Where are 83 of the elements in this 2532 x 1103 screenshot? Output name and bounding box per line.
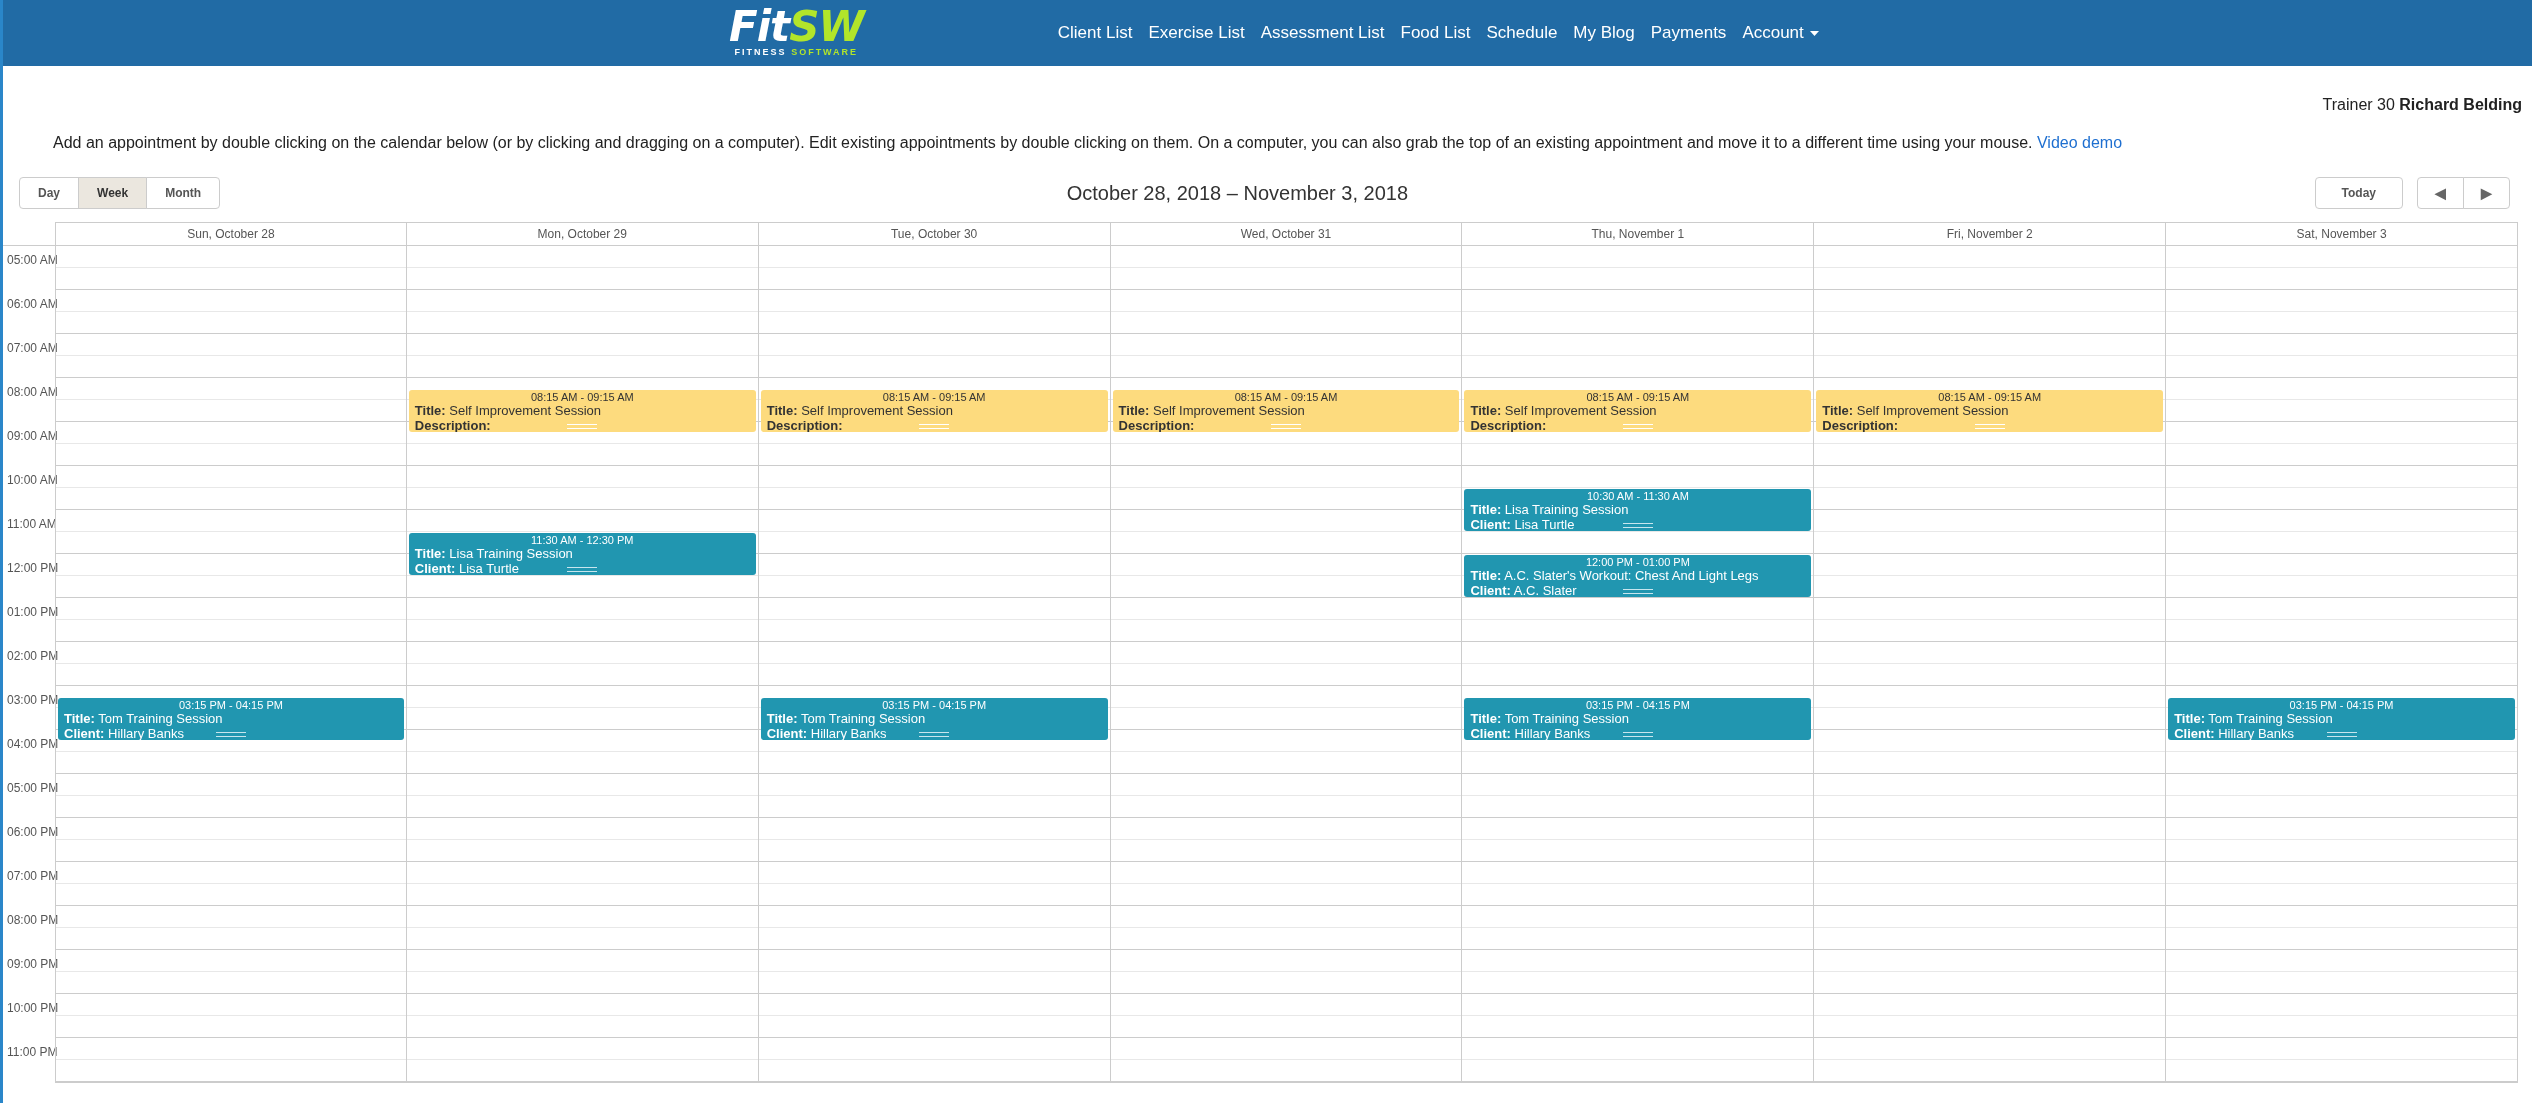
appointment-detail: Title: Self Improvement Session: [766, 403, 953, 418]
appointment-card[interactable]: 08:15 AM - 09:15 AM Title: Self Improvement Session Description:: [1112, 390, 1460, 432]
appointment-time: 10:30 AM - 11:30 AM: [1585, 490, 1690, 502]
resize-handle-icon[interactable]: [919, 732, 950, 737]
appointment-detail: Title: Tom Training Session: [64, 711, 223, 726]
appointment-card[interactable]: 03:15 PM - 04:15 PM Title: Tom Training Session Client: Hillary Banks: [58, 698, 404, 740]
appointment-detail: Title: Tom Training Session: [1470, 711, 1629, 726]
day-header: Sat, November 3: [2166, 222, 2518, 246]
day-header: Sun, October 28: [55, 222, 407, 246]
appointment-card[interactable]: 10:30 AM - 11:30 AM Title: Lisa Training Session Client: Lisa Turtle: [1464, 489, 1812, 531]
view-tab[interactable]: Month: [146, 177, 221, 209]
appointment-card[interactable]: 12:00 PM - 01:00 PM Title: A.C. Slater's Workout: Chest And Light Legs Client: A.C. Slater: [1464, 555, 1812, 597]
appointment-time: 03:15 PM - 04:15 PM: [881, 699, 988, 711]
video-demo-link[interactable]: Video demo: [2037, 134, 2123, 151]
appointment-detail: Title: A.C. Slater's Workout: Chest And Light Legs: [1470, 568, 1759, 583]
next-button[interactable]: ▶: [2463, 177, 2510, 209]
day-header: Thu, November 1: [1462, 222, 1815, 246]
appointment-time: 08:15 AM - 09:15 AM: [881, 391, 987, 403]
nav-link[interactable]: Exercise List: [1140, 23, 1253, 43]
appointment-time: 12:00 PM - 01:00 PM: [1584, 556, 1691, 568]
appointment-time: 03:15 PM - 04:15 PM: [177, 699, 284, 711]
appointment-card[interactable]: 03:15 PM - 04:15 PM Title: Tom Training Session Client: Hillary Banks: [760, 698, 1108, 740]
appointment-time: 08:15 AM - 09:15 AM: [1233, 391, 1339, 403]
appointment-detail: Client: A.C. Slater: [1470, 583, 1577, 597]
resize-handle-icon[interactable]: [2326, 732, 2357, 737]
appointment-card[interactable]: 08:15 AM - 09:15 AM Title: Self Improvement Session Description:: [408, 390, 756, 432]
time-label: 11:00 PM: [7, 1045, 58, 1059]
previous-button[interactable]: ◀: [2417, 177, 2464, 209]
appointment-detail: Client: Hillary Banks: [766, 726, 887, 740]
caret-icon: [1809, 30, 1819, 36]
appointment-time: 08:15 AM - 09:15 AM: [529, 391, 635, 403]
appointment-detail: Client: Hillary Banks: [1470, 726, 1591, 740]
appointment-detail: Title: Self Improvement Session: [1470, 403, 1657, 418]
appointment-card[interactable]: 08:15 AM - 09:15 AM Title: Self Improvement Session Description:: [1464, 390, 1812, 432]
day-header: Tue, October 30: [758, 222, 1111, 246]
appointment-detail: Client: Hillary Banks: [64, 726, 184, 740]
nav-link[interactable]: Food List: [1392, 23, 1479, 43]
appointment-detail: Description:: [1470, 418, 1547, 432]
logo-tagline: FITNESS SOFTWARE: [734, 47, 859, 57]
day-header: Mon, October 29: [406, 222, 759, 246]
appointment-card[interactable]: 11:30 AM - 12:30 PM Title: Lisa Training Session Client: Lisa Turtle: [408, 533, 756, 575]
day-header: Wed, October 31: [1110, 222, 1463, 246]
nav-link[interactable]: Schedule: [1478, 23, 1566, 43]
appointment-card[interactable]: 03:15 PM - 04:15 PM Title: Tom Training Session Client: Hillary Banks: [1464, 698, 1812, 740]
appointment-detail: Description:: [1822, 418, 1899, 432]
appointment-detail: Title: Lisa Training Session: [414, 546, 573, 561]
resize-handle-icon[interactable]: [1622, 523, 1653, 528]
appointment-time: 08:15 AM - 09:15 AM: [1585, 391, 1691, 403]
view-tab[interactable]: Week: [78, 177, 148, 209]
view-tab[interactable]: Day: [19, 177, 79, 209]
account-menu[interactable]: Account: [1734, 23, 1827, 43]
appointment-time: 03:15 PM - 04:15 PM: [1584, 699, 1691, 711]
appointment-time: 08:15 AM - 09:15 AM: [1937, 391, 2043, 403]
nav-link[interactable]: Assessment List: [1252, 23, 1393, 43]
appointment-detail: Title: Tom Training Session: [2174, 711, 2333, 726]
appointment-detail: Title: Self Improvement Session: [414, 403, 602, 418]
day-header: Fri, November 2: [1814, 222, 2167, 246]
date-range-title: October 28, 2018 – November 3, 2018: [1066, 181, 1408, 205]
appointment-detail: Title: Tom Training Session: [766, 711, 926, 726]
resize-handle-icon[interactable]: [567, 567, 598, 572]
appointment-detail: Title: Self Improvement Session: [1118, 403, 1305, 418]
instruction-text: Add an appointment by double clicking on the calendar below (or by clicking and dragging on a computer). Edit existing appointments by double clicking on them. On a computer, you can also grab the top of an existing appointment and move it to a different time using your mouse. Video demo: [53, 134, 2123, 151]
nav-link[interactable]: Payments: [1642, 23, 1735, 43]
today-button[interactable]: Today: [2314, 177, 2403, 209]
appointment-card[interactable]: 08:15 AM - 09:15 AM Title: Self Improvement Session Description:: [760, 390, 1108, 432]
nav-link[interactable]: Client List: [1049, 23, 1141, 43]
appointment-card[interactable]: 08:15 AM - 09:15 AM Title: Self Improvement Session Description:: [1816, 390, 2164, 432]
nav-link[interactable]: My Blog: [1565, 23, 1643, 43]
appointment-time: 03:15 PM - 04:15 PM: [2288, 699, 2395, 711]
appointment-detail: Client: Hillary Banks: [2174, 726, 2295, 740]
appointment-detail: Description:: [766, 418, 843, 432]
appointment-detail: Description:: [414, 418, 491, 432]
resize-handle-icon[interactable]: [1622, 589, 1653, 594]
appointment-card[interactable]: 03:15 PM - 04:15 PM Title: Tom Training Session Client: Hillary Banks: [2168, 698, 2515, 740]
appointment-detail: Description:: [1118, 418, 1195, 432]
trainer-name: Trainer 30 Richard Belding: [2322, 96, 2522, 113]
resize-handle-icon[interactable]: [1622, 732, 1653, 737]
appointment-time: 11:30 AM - 12:30 PM: [530, 534, 635, 546]
appointment-detail: Client: Lisa Turtle: [414, 561, 519, 575]
appointment-detail: Title: Lisa Training Session: [1470, 502, 1629, 517]
appointment-detail: Title: Self Improvement Session: [1822, 403, 2009, 418]
appointment-detail: Client: Lisa Turtle: [1470, 517, 1575, 531]
resize-handle-icon[interactable]: [215, 732, 246, 737]
